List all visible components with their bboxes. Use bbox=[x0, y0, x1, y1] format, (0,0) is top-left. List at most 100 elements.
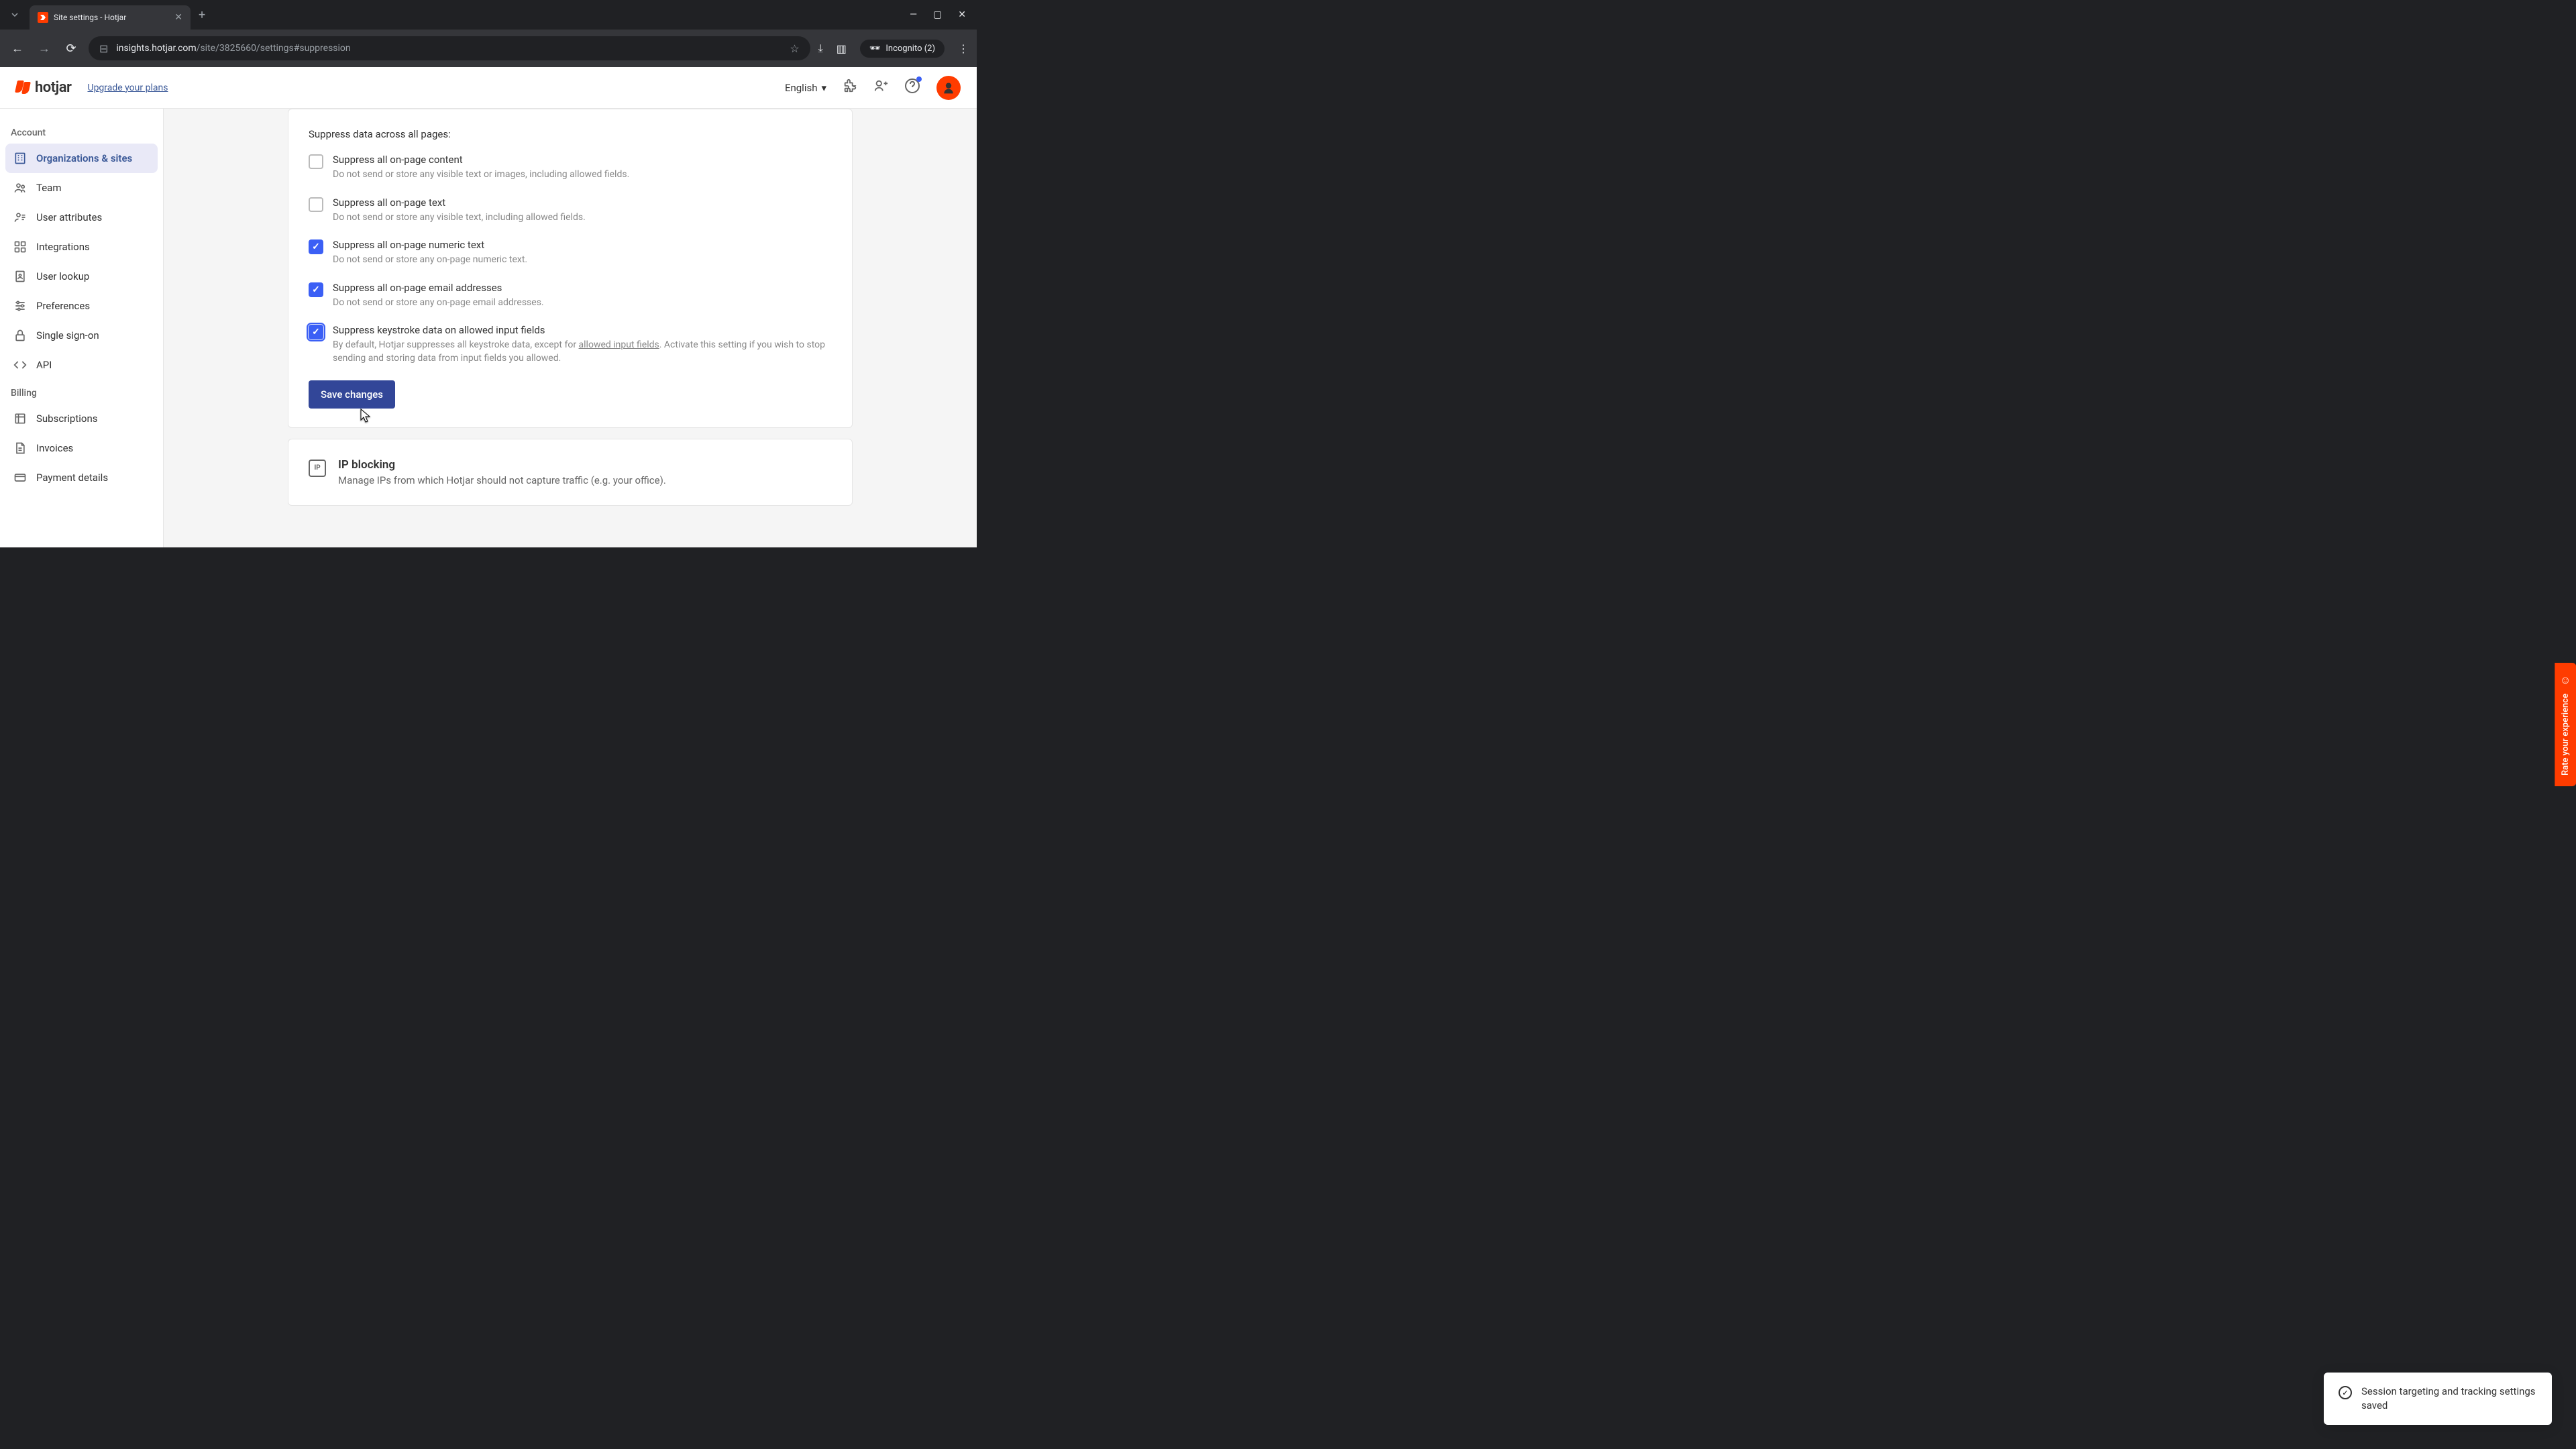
checkbox-desc: Do not send or store any visible text or… bbox=[333, 168, 832, 182]
sidebar-item-integrations[interactable]: Integrations bbox=[5, 232, 158, 262]
checkbox-desc: Do not send or store any on-page email a… bbox=[333, 297, 832, 310]
lock-icon bbox=[13, 329, 27, 342]
browser-tab-strip: Site settings - Hotjar ✕ + — ▢ ✕ bbox=[0, 0, 977, 30]
checkbox-desc: By default, Hotjar suppresses all keystr… bbox=[333, 339, 832, 365]
url-text: insights.hotjar.com/site/3825660/setting… bbox=[116, 43, 350, 54]
sidebar: Account Organizations & sites Team User … bbox=[0, 109, 164, 547]
checkbox-label: Suppress all on-page text bbox=[333, 197, 832, 209]
suppress-option-keystroke: Suppress keystroke data on allowed input… bbox=[309, 324, 832, 365]
toast-message: Session targeting and tracking settings … bbox=[2361, 1385, 2537, 1413]
downloads-icon[interactable]: ⤓ bbox=[818, 42, 823, 55]
ip-icon: IP bbox=[309, 460, 326, 477]
checkbox-content[interactable] bbox=[309, 154, 323, 169]
checkbox-desc: Do not send or store any visible text, i… bbox=[333, 211, 832, 225]
bookmark-icon[interactable]: ☆ bbox=[790, 42, 799, 55]
close-window-button[interactable]: ✕ bbox=[958, 9, 966, 20]
sidebar-item-team[interactable]: Team bbox=[5, 173, 158, 203]
extensions-icon[interactable] bbox=[843, 78, 857, 97]
forward-button[interactable]: → bbox=[35, 42, 54, 56]
toast-notification: ✓ Session targeting and tracking setting… bbox=[2324, 1373, 2552, 1425]
incognito-label: Incognito (2) bbox=[885, 44, 935, 54]
sidebar-item-label: User attributes bbox=[36, 211, 102, 223]
checkbox-numeric[interactable] bbox=[309, 239, 323, 254]
checkbox-email[interactable] bbox=[309, 282, 323, 297]
upgrade-plans-link[interactable]: Upgrade your plans bbox=[87, 83, 168, 93]
sidebar-item-sso[interactable]: Single sign-on bbox=[5, 321, 158, 350]
incognito-indicator[interactable]: 🕶 Incognito (2) bbox=[860, 40, 945, 58]
language-selector[interactable]: English ▾ bbox=[785, 82, 826, 94]
back-button[interactable]: ← bbox=[8, 42, 27, 56]
address-bar[interactable]: ⊟ insights.hotjar.com/site/3825660/setti… bbox=[89, 36, 810, 60]
tab-search-dropdown[interactable] bbox=[0, 0, 30, 30]
allowed-input-fields-link[interactable]: allowed input fields bbox=[579, 339, 659, 350]
sidebar-item-label: Invoices bbox=[36, 442, 73, 454]
invoices-icon bbox=[13, 441, 27, 455]
feedback-label: Rate your experience bbox=[2560, 694, 2570, 775]
checkbox-text[interactable] bbox=[309, 197, 323, 212]
integrations-icon bbox=[13, 240, 27, 254]
checkbox-desc: Do not send or store any on-page numeric… bbox=[333, 254, 832, 267]
close-tab-icon[interactable]: ✕ bbox=[174, 12, 182, 23]
sidebar-section-account: Account bbox=[5, 119, 158, 144]
sidebar-item-label: Team bbox=[36, 182, 62, 194]
window-controls: — ▢ ✕ bbox=[910, 9, 977, 20]
card-icon bbox=[13, 471, 27, 484]
chevron-down-icon: ▾ bbox=[821, 82, 826, 94]
checkbox-label: Suppress keystroke data on allowed input… bbox=[333, 324, 832, 336]
code-icon bbox=[13, 358, 27, 372]
ip-blocking-title: IP blocking bbox=[338, 458, 666, 472]
feedback-tab[interactable]: Rate your experience ☺ bbox=[2555, 663, 2576, 786]
ip-blocking-card[interactable]: IP IP blocking Manage IPs from which Hot… bbox=[288, 439, 853, 506]
user-avatar[interactable] bbox=[936, 76, 961, 100]
sidebar-item-user-lookup[interactable]: User lookup bbox=[5, 262, 158, 291]
sidebar-item-label: Organizations & sites bbox=[36, 152, 132, 164]
notification-dot bbox=[916, 76, 922, 82]
building-icon bbox=[13, 152, 27, 165]
sidebar-item-payment[interactable]: Payment details bbox=[5, 463, 158, 492]
hotjar-logo[interactable]: hotjar bbox=[16, 79, 71, 96]
sidebar-item-label: API bbox=[36, 359, 52, 371]
sidebar-item-subscriptions[interactable]: Subscriptions bbox=[5, 404, 158, 433]
sidebar-item-api[interactable]: API bbox=[5, 350, 158, 380]
suppress-option-content: Suppress all on-page content Do not send… bbox=[309, 154, 832, 182]
sidebar-item-invoices[interactable]: Invoices bbox=[5, 433, 158, 463]
minimize-button[interactable]: — bbox=[910, 9, 917, 20]
new-tab-button[interactable]: + bbox=[199, 8, 205, 22]
hotjar-logo-mark bbox=[16, 80, 31, 95]
main-content: Suppress data across all pages: Suppress… bbox=[164, 109, 977, 547]
sidebar-item-label: Integrations bbox=[36, 241, 90, 253]
user-attr-icon bbox=[13, 211, 27, 224]
sidebar-item-label: User lookup bbox=[36, 270, 89, 282]
browser-toolbar: ← → ⟳ ⊟ insights.hotjar.com/site/3825660… bbox=[0, 30, 977, 67]
language-label: English bbox=[785, 82, 818, 94]
invite-team-icon[interactable] bbox=[873, 78, 888, 97]
maximize-button[interactable]: ▢ bbox=[933, 9, 942, 20]
hotjar-favicon bbox=[38, 12, 48, 23]
ip-blocking-desc: Manage IPs from which Hotjar should not … bbox=[338, 474, 666, 486]
browser-tab[interactable]: Site settings - Hotjar ✕ bbox=[30, 5, 191, 30]
suppress-option-email: Suppress all on-page email addresses Do … bbox=[309, 282, 832, 310]
tab-title: Site settings - Hotjar bbox=[54, 13, 169, 22]
reading-list-icon[interactable]: ▥ bbox=[837, 42, 847, 55]
subscriptions-icon bbox=[13, 412, 27, 425]
checkbox-label: Suppress all on-page email addresses bbox=[333, 282, 832, 294]
sidebar-item-preferences[interactable]: Preferences bbox=[5, 291, 158, 321]
site-info-icon[interactable]: ⊟ bbox=[99, 42, 108, 55]
checkbox-keystroke[interactable] bbox=[309, 325, 323, 339]
lookup-icon bbox=[13, 270, 27, 283]
save-changes-button[interactable]: Save changes bbox=[309, 380, 395, 409]
suppress-option-text: Suppress all on-page text Do not send or… bbox=[309, 197, 832, 225]
browser-menu-icon[interactable]: ⋮ bbox=[958, 42, 969, 55]
sidebar-item-user-attributes[interactable]: User attributes bbox=[5, 203, 158, 232]
sidebar-item-organizations[interactable]: Organizations & sites bbox=[5, 144, 158, 173]
success-check-icon: ✓ bbox=[2339, 1386, 2352, 1399]
sidebar-item-label: Single sign-on bbox=[36, 329, 99, 341]
help-icon[interactable] bbox=[904, 78, 920, 97]
hotjar-logo-text: hotjar bbox=[35, 79, 71, 96]
smiley-icon: ☺ bbox=[2560, 674, 2571, 687]
preferences-icon bbox=[13, 299, 27, 313]
checkbox-label: Suppress all on-page numeric text bbox=[333, 239, 832, 251]
reload-button[interactable]: ⟳ bbox=[62, 42, 80, 56]
sidebar-item-label: Payment details bbox=[36, 472, 108, 484]
app-header: hotjar Upgrade your plans English ▾ bbox=[0, 67, 977, 109]
